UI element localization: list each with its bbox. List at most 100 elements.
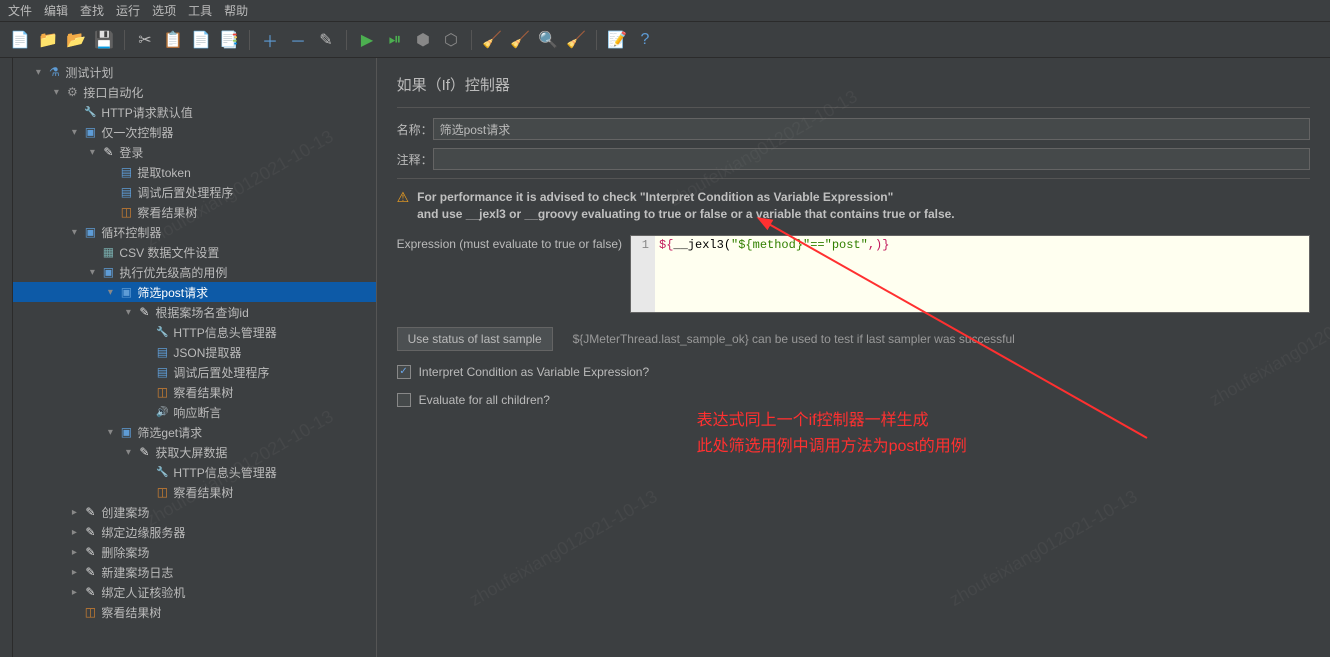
status-hint: ${JMeterThread.last_sample_ok} can be us… <box>573 332 1015 346</box>
function-icon[interactable]: 📝 <box>605 28 629 52</box>
tree-item[interactable]: 察看结果树 <box>13 382 375 402</box>
tree-label: 筛选get请求 <box>137 424 202 441</box>
tree-item[interactable]: ▾测试计划 <box>13 62 375 82</box>
evaluate-all-checkbox[interactable] <box>397 393 411 407</box>
expand-icon[interactable]: ▸ <box>67 547 81 558</box>
comment-input[interactable] <box>433 148 1310 170</box>
pencil-icon <box>99 144 117 160</box>
expand-icon[interactable]: ▾ <box>67 127 81 138</box>
tree-item[interactable]: HTTP信息头管理器 <box>13 462 375 482</box>
tree-item[interactable]: 察看结果树 <box>13 482 375 502</box>
paste-icon[interactable]: 📄 <box>189 28 213 52</box>
menu-options[interactable]: 选项 <box>152 2 176 19</box>
tree-label: 察看结果树 <box>173 384 233 401</box>
start-icon[interactable]: ▶ <box>355 28 379 52</box>
tree-label: 删除案场 <box>101 544 149 561</box>
doc-icon <box>153 344 171 360</box>
cut-icon[interactable]: ✂ <box>133 28 157 52</box>
content-panel: zhoufeixiang012021-10-13 zhoufeixiang012… <box>377 58 1330 657</box>
tree-label: 察看结果树 <box>173 484 233 501</box>
tree-item[interactable]: ▾仅一次控制器 <box>13 122 375 142</box>
expand-icon[interactable]: ▸ <box>67 567 81 578</box>
templates-icon[interactable]: 📁 <box>36 28 60 52</box>
expand-icon[interactable]: ＋ <box>258 28 282 52</box>
tree-item[interactable]: HTTP请求默认值 <box>13 102 375 122</box>
tree-label: 调试后置处理程序 <box>173 364 269 381</box>
expression-code[interactable]: ${__jexl3("${method}"=="post",)} <box>655 236 1309 312</box>
start-notimers-icon[interactable]: ⏯ <box>383 28 407 52</box>
tree-item[interactable]: JSON提取器 <box>13 342 375 362</box>
folder-icon <box>81 224 99 240</box>
clearall-icon[interactable]: 🧹 <box>508 28 532 52</box>
tree-item[interactable]: ▾获取大屏数据 <box>13 442 375 462</box>
copy-icon[interactable]: 📋 <box>161 28 185 52</box>
menu-help[interactable]: 帮助 <box>224 2 248 19</box>
tree-item[interactable]: ▾登录 <box>13 142 375 162</box>
duplicate-icon[interactable]: 📑 <box>217 28 241 52</box>
tree-item[interactable]: 调试后置处理程序 <box>13 182 375 202</box>
tree-item[interactable]: 响应断言 <box>13 402 375 422</box>
expand-icon[interactable]: ▾ <box>85 267 99 278</box>
menu-search[interactable]: 查找 <box>80 2 104 19</box>
pencil-icon <box>81 504 99 520</box>
save-icon[interactable]: 💾 <box>92 28 116 52</box>
new-icon[interactable]: 📄 <box>8 28 32 52</box>
tree-item[interactable]: ▾根据案场名查询id <box>13 302 375 322</box>
expand-icon[interactable]: ▾ <box>67 227 81 238</box>
tree-item[interactable]: HTTP信息头管理器 <box>13 322 375 342</box>
interpret-checkbox[interactable]: ✓ <box>397 365 411 379</box>
line-gutter: 1 <box>631 236 655 312</box>
left-gutter <box>0 58 13 657</box>
shutdown-icon[interactable]: ⬡ <box>439 28 463 52</box>
tree-item[interactable]: ▾ 筛选get请求 <box>13 422 375 442</box>
expression-editor[interactable]: 1 ${__jexl3("${method}"=="post",)} <box>630 235 1310 313</box>
name-input[interactable] <box>433 118 1310 140</box>
open-icon[interactable]: 📂 <box>64 28 88 52</box>
tree-item[interactable]: 提取token <box>13 162 375 182</box>
toggle-icon[interactable]: ✎ <box>314 28 338 52</box>
menu-file[interactable]: 文件 <box>8 2 32 19</box>
tree-item[interactable]: CSV 数据文件设置 <box>13 242 375 262</box>
menu-edit[interactable]: 编辑 <box>44 2 68 19</box>
expand-icon[interactable]: ▸ <box>67 527 81 538</box>
reset-search-icon[interactable]: 🧹 <box>564 28 588 52</box>
doc-icon <box>117 164 135 180</box>
expand-icon[interactable]: ▾ <box>85 147 99 158</box>
expand-icon[interactable]: ▸ <box>67 587 81 598</box>
tree-item[interactable]: ▾筛选post请求 <box>13 282 375 302</box>
tree-icon <box>81 604 99 620</box>
expand-icon[interactable]: ▾ <box>103 287 117 298</box>
tree-label: CSV 数据文件设置 <box>119 244 219 261</box>
pencil-icon <box>81 524 99 540</box>
expand-icon[interactable]: ▾ <box>103 427 117 438</box>
tree-item[interactable]: ▾执行优先级高的用例 <box>13 262 375 282</box>
menu-run[interactable]: 运行 <box>116 2 140 19</box>
search-icon[interactable]: 🔍 <box>536 28 560 52</box>
help-icon[interactable]: ? <box>633 28 657 52</box>
tree-item[interactable]: ▸新建案场日志 <box>13 562 375 582</box>
menu-tools[interactable]: 工具 <box>188 2 212 19</box>
tree-item[interactable]: ▸ 删除案场 <box>13 542 375 562</box>
tree-item[interactable]: 察看结果树 <box>13 202 375 222</box>
expand-icon[interactable]: ▸ <box>67 507 81 518</box>
tree-item[interactable]: ▸绑定人证核验机 <box>13 582 375 602</box>
folder-icon <box>99 264 117 280</box>
watermark: zhoufeixiang012021-10-13 <box>946 486 1141 611</box>
tree-label: HTTP信息头管理器 <box>173 324 276 341</box>
stop-icon[interactable]: ⬢ <box>411 28 435 52</box>
pencil-icon <box>135 444 153 460</box>
tree-item[interactable]: ▸创建案场 <box>13 502 375 522</box>
tree-item[interactable]: ▸绑定边缘服务器 <box>13 522 375 542</box>
tree-item[interactable]: ▾接口自动化 <box>13 82 375 102</box>
tree-item[interactable]: 调试后置处理程序 <box>13 362 375 382</box>
expand-icon[interactable]: ▾ <box>31 67 45 78</box>
expand-icon[interactable]: ▾ <box>121 307 135 318</box>
tree-item[interactable]: 察看结果树 <box>13 602 375 622</box>
tree-item[interactable]: ▾循环控制器 <box>13 222 375 242</box>
tree-label: 察看结果树 <box>137 204 197 221</box>
expand-icon[interactable]: ▾ <box>49 87 63 98</box>
expand-icon[interactable]: ▾ <box>121 447 135 458</box>
collapse-icon[interactable]: － <box>286 28 310 52</box>
use-status-button[interactable]: Use status of last sample <box>397 327 553 351</box>
clear-icon[interactable]: 🧹 <box>480 28 504 52</box>
